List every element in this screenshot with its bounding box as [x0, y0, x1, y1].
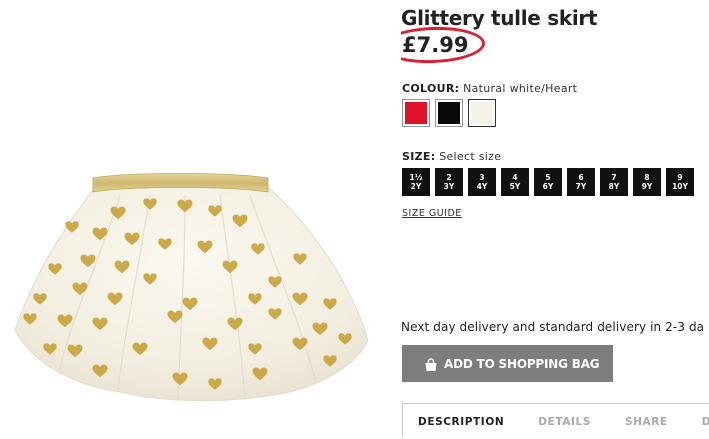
product-image [0, 0, 390, 435]
size-option-bottom: 8Y [608, 182, 620, 191]
tab-details[interactable]: DETAILS [538, 416, 591, 428]
size-option-6y[interactable]: 5 6Y [534, 168, 562, 196]
add-to-bag-label: ADD TO SHOPPING BAG [444, 356, 600, 371]
size-option-top: 3 [479, 173, 485, 182]
colour-label-row: COLOUR: Natural white/Heart [402, 82, 577, 95]
tab-share[interactable]: SHARE [625, 416, 668, 428]
swatch-red-fill [405, 102, 427, 124]
size-option-10y[interactable]: 9 10Y [666, 168, 694, 196]
skirt-image [14, 173, 369, 402]
size-option-7y[interactable]: 6 7Y [567, 168, 595, 196]
swatch-red[interactable] [402, 99, 430, 127]
price-highlight-circle [401, 25, 486, 65]
size-option-bottom: 7Y [575, 182, 587, 191]
size-option-top: 2 [446, 173, 452, 182]
size-option-8y[interactable]: 7 8Y [600, 168, 628, 196]
delivery-info: Next day delivery and standard delivery … [401, 320, 705, 334]
colour-swatches [402, 99, 496, 127]
size-option-top: 9 [677, 173, 683, 182]
colour-selected-value: Natural white/Heart [463, 82, 578, 95]
tab-de[interactable]: DE [702, 416, 709, 428]
size-option-top: 8 [644, 173, 650, 182]
size-option-bottom: 4Y [476, 182, 488, 191]
swatch-black[interactable] [435, 99, 463, 127]
size-option-bottom: 6Y [542, 182, 554, 191]
add-to-bag-button[interactable]: ADD TO SHOPPING BAG [402, 345, 613, 382]
product-tabs: DESCRIPTION DETAILS SHARE DE [402, 403, 709, 435]
shopping-bag-icon [424, 357, 438, 371]
size-option-bottom: 10Y [672, 182, 688, 191]
size-option-bottom: 9Y [641, 182, 653, 191]
size-label: SIZE: [402, 150, 436, 163]
size-option-4y[interactable]: 3 4Y [468, 168, 496, 196]
colour-label: COLOUR: [402, 82, 460, 95]
size-option-top: 1½ [409, 173, 423, 182]
size-options: 1½ 2Y 2 3Y 3 4Y 4 5Y 5 6Y 6 7Y 7 8Y 8 9Y 9 10Y [402, 168, 694, 196]
size-option-bottom: 3Y [443, 182, 455, 191]
product-info-panel: Glittery tulle skirt £7.99 COLOUR: Natur… [401, 0, 709, 435]
size-guide-link[interactable]: SIZE GUIDE [402, 208, 462, 219]
size-option-top: 4 [512, 173, 518, 182]
size-option-top: 5 [545, 173, 551, 182]
size-option-2y[interactable]: 1½ 2Y [402, 168, 430, 196]
size-option-3y[interactable]: 2 3Y [435, 168, 463, 196]
size-option-top: 6 [578, 173, 584, 182]
tab-description[interactable]: DESCRIPTION [418, 416, 504, 428]
size-placeholder: Select size [439, 150, 502, 163]
size-option-top: 7 [611, 173, 617, 182]
size-option-5y[interactable]: 4 5Y [501, 168, 529, 196]
size-label-row: SIZE: Select size [402, 150, 501, 163]
swatch-natural-white-heart[interactable] [468, 99, 496, 127]
size-option-9y[interactable]: 8 9Y [633, 168, 661, 196]
swatch-natural-white-fill [471, 102, 493, 124]
size-option-bottom: 5Y [509, 182, 521, 191]
size-option-bottom: 2Y [410, 182, 422, 191]
swatch-black-fill [438, 102, 460, 124]
